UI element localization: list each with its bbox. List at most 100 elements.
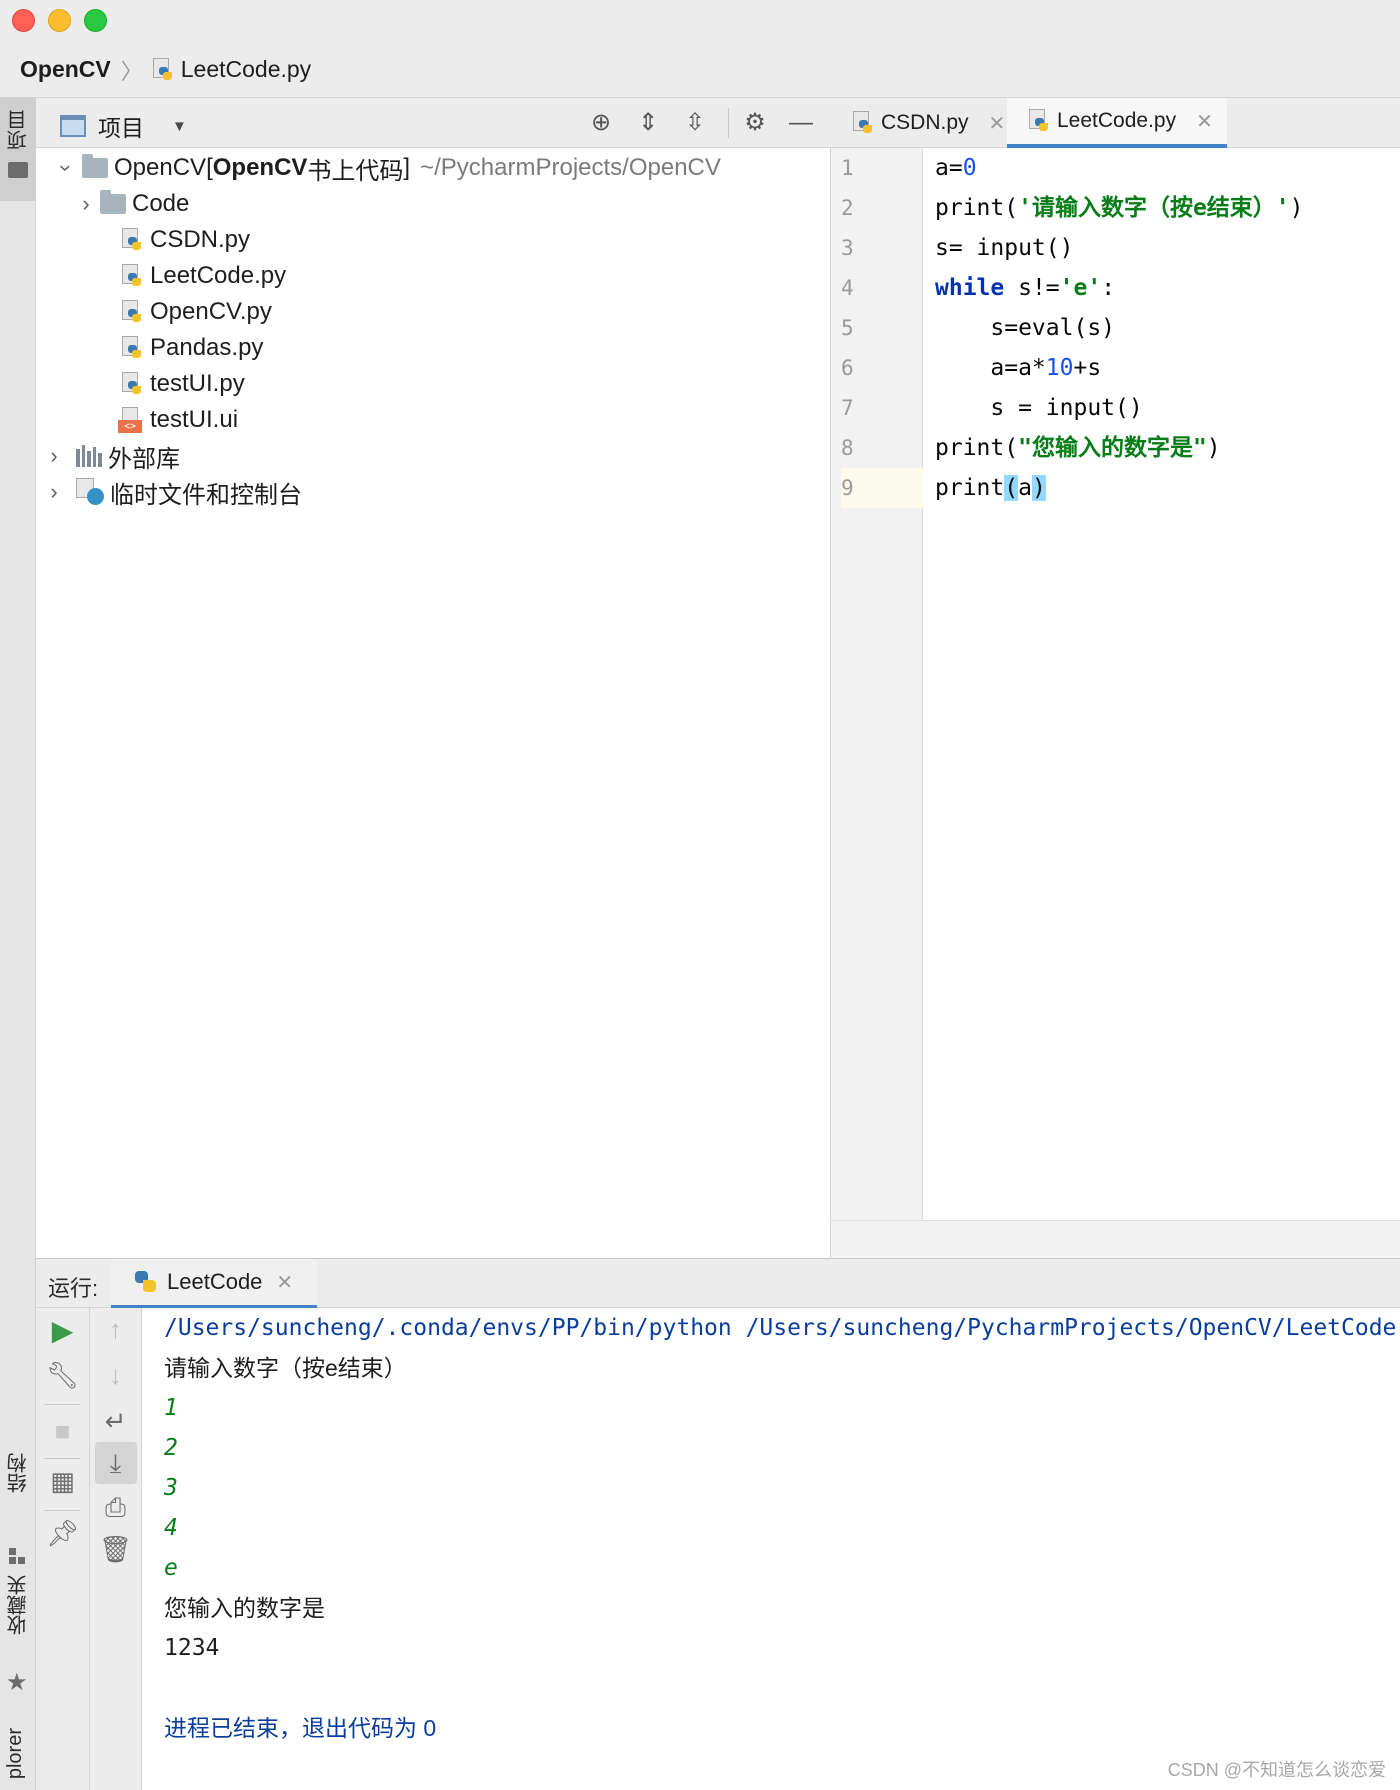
- run-tab-label: LeetCode: [167, 1269, 263, 1294]
- line-number: 5: [841, 316, 854, 340]
- collapse-all-icon[interactable]: ⇳: [682, 110, 708, 136]
- editor-horizontal-scrollbar[interactable]: [831, 1220, 1400, 1258]
- project-tool-window-button[interactable]: 项目: [0, 98, 35, 201]
- run-console[interactable]: /Users/suncheng/.conda/envs/PP/bin/pytho…: [142, 1308, 1400, 1790]
- gear-icon[interactable]: ⚙: [742, 110, 768, 136]
- project-view-icon: [60, 115, 86, 137]
- code-line-9: print(a): [935, 475, 1046, 501]
- tree-item-testui-py[interactable]: testUI.py: [120, 366, 245, 402]
- python-file-icon: [151, 57, 173, 82]
- explorer-tool-window-button[interactable]: plorer: [4, 1728, 27, 1779]
- run-tab-leetcode[interactable]: LeetCode ✕: [111, 1259, 318, 1309]
- close-icon[interactable]: ✕: [989, 111, 1006, 136]
- star-icon: ★: [6, 1669, 28, 1696]
- console-result-label: 您输入的数字是: [164, 1595, 325, 1621]
- expand-all-icon[interactable]: ⇕: [635, 110, 661, 136]
- tab-leetcode-py[interactable]: LeetCode.py ✕: [1007, 98, 1227, 148]
- run-panel-header: 运行: LeetCode ✕: [36, 1258, 1400, 1309]
- tree-item-opencv-py[interactable]: OpenCV.py: [120, 294, 272, 330]
- toolbar-divider: [44, 1404, 80, 1405]
- chevron-right-icon[interactable]: ›: [76, 191, 96, 217]
- tree-item-label: LeetCode.py: [150, 262, 287, 289]
- toolbar-divider: [44, 1458, 80, 1459]
- library-icon: [76, 445, 102, 467]
- python-file-icon: [120, 372, 142, 396]
- window-title-bar: [0, 0, 1400, 42]
- scratches-icon: [76, 478, 104, 506]
- tree-root-opencv[interactable]: › OpenCV [ OpenCV 书上代码 ] ~/PycharmProjec…: [44, 150, 721, 186]
- root-name: OpenCV: [114, 154, 207, 181]
- favorites-tool-window-button[interactable]: 收藏夹: [4, 1575, 33, 1635]
- structure-tool-window-button[interactable]: 结构: [4, 1453, 33, 1493]
- project-tool-label: 项目: [8, 110, 30, 150]
- trash-icon[interactable]: 🗑︎: [90, 1534, 141, 1565]
- matched-paren: (: [1004, 475, 1019, 501]
- tree-item-label: testUI.ui: [150, 406, 239, 433]
- code-line-4: while s!='e':: [935, 275, 1116, 301]
- editor-tab-bar: CSDN.py ✕ LeetCode.py ✕: [831, 98, 1400, 148]
- tree-item-code-folder[interactable]: › Code: [76, 186, 189, 222]
- arrow-up-icon[interactable]: ↑: [90, 1314, 141, 1345]
- python-file-icon: [120, 264, 142, 288]
- layout-icon[interactable]: ▦: [36, 1466, 89, 1497]
- soft-wrap-icon[interactable]: ↵: [90, 1406, 141, 1437]
- tree-item-testui-ui[interactable]: <> testUI.ui: [118, 402, 238, 438]
- code-editor[interactable]: a=0 print('请输入数字（按e结束）') s= input() whil…: [923, 148, 1400, 1220]
- close-icon[interactable]: ✕: [1196, 109, 1213, 134]
- code-line-8: print("您输入的数字是"): [935, 435, 1221, 461]
- chevron-right-icon[interactable]: ›: [44, 443, 64, 469]
- tree-item-external-libraries[interactable]: › 外部库: [44, 438, 180, 474]
- arrow-down-icon[interactable]: ↓: [90, 1360, 141, 1391]
- root-module-name: OpenCV: [212, 154, 308, 181]
- tab-label: LeetCode.py: [1057, 109, 1177, 132]
- console-input-line: 1: [164, 1395, 178, 1421]
- run-panel-label: 运行:: [48, 1276, 99, 1301]
- window-minimize-button[interactable]: [48, 9, 71, 32]
- python-file-icon: [1027, 109, 1049, 133]
- line-number: 8: [841, 436, 854, 460]
- breadcrumb-project[interactable]: OpenCV: [20, 56, 111, 83]
- console-input-line: e: [164, 1555, 178, 1581]
- console-input-line: 2: [164, 1435, 178, 1461]
- code-line-2: print('请输入数字（按e结束）'): [935, 195, 1304, 221]
- run-toolbar-secondary: ↑ ↓ ↵ ⤓ ⎙ 🗑︎: [90, 1308, 142, 1790]
- wrench-icon[interactable]: 🔧︎: [36, 1360, 89, 1391]
- code-line-1: a=0: [935, 155, 977, 181]
- window-maximize-button[interactable]: [84, 9, 107, 32]
- line-number-current: 9: [841, 468, 923, 508]
- breadcrumb-separator-icon: 〉: [120, 58, 143, 84]
- hide-panel-icon[interactable]: —: [788, 110, 814, 136]
- line-number: 4: [841, 276, 854, 300]
- line-number: 3: [841, 236, 854, 260]
- tree-item-label: 临时文件和控制台: [110, 481, 302, 509]
- matched-paren: ): [1031, 475, 1046, 501]
- python-file-icon: [120, 336, 142, 360]
- console-prompt: 请输入数字（按e结束）: [164, 1355, 407, 1381]
- python-file-icon: [120, 300, 142, 324]
- rerun-icon[interactable]: ▶: [36, 1314, 89, 1347]
- tree-item-label: testUI.py: [150, 370, 245, 397]
- breadcrumb-file[interactable]: LeetCode.py: [151, 56, 311, 83]
- chevron-down-icon[interactable]: ›: [53, 158, 79, 178]
- ui-file-icon: <>: [118, 407, 144, 433]
- window-close-button[interactable]: [12, 9, 35, 32]
- locate-file-icon[interactable]: ⊕: [588, 110, 614, 136]
- tree-item-csdn-py[interactable]: CSDN.py: [120, 222, 250, 258]
- code-line-6: a=a*10+s: [935, 355, 1102, 381]
- tree-item-pandas-py[interactable]: Pandas.py: [120, 330, 263, 366]
- print-icon[interactable]: ⎙: [90, 1492, 141, 1524]
- close-icon[interactable]: ✕: [276, 1270, 293, 1295]
- project-view-selector[interactable]: 项目 ▼: [60, 109, 187, 143]
- tab-csdn-py[interactable]: CSDN.py ✕: [831, 98, 1007, 148]
- pin-icon[interactable]: 📌︎: [36, 1518, 89, 1549]
- left-tool-strip: 项目 结构 收藏夹 ★ plorer: [0, 98, 36, 1790]
- chevron-right-icon[interactable]: ›: [44, 479, 64, 505]
- tree-item-scratches[interactable]: › 临时文件和控制台: [44, 474, 302, 510]
- root-path: ~/PycharmProjects/OpenCV: [420, 154, 721, 181]
- tree-item-label: 外部库: [108, 445, 180, 473]
- tree-item-leetcode-py[interactable]: LeetCode.py: [120, 258, 286, 294]
- stop-icon[interactable]: ■: [36, 1416, 89, 1447]
- project-panel-title: 项目: [98, 115, 144, 141]
- console-result-value: 1234: [164, 1635, 220, 1661]
- tree-item-label: CSDN.py: [150, 226, 251, 253]
